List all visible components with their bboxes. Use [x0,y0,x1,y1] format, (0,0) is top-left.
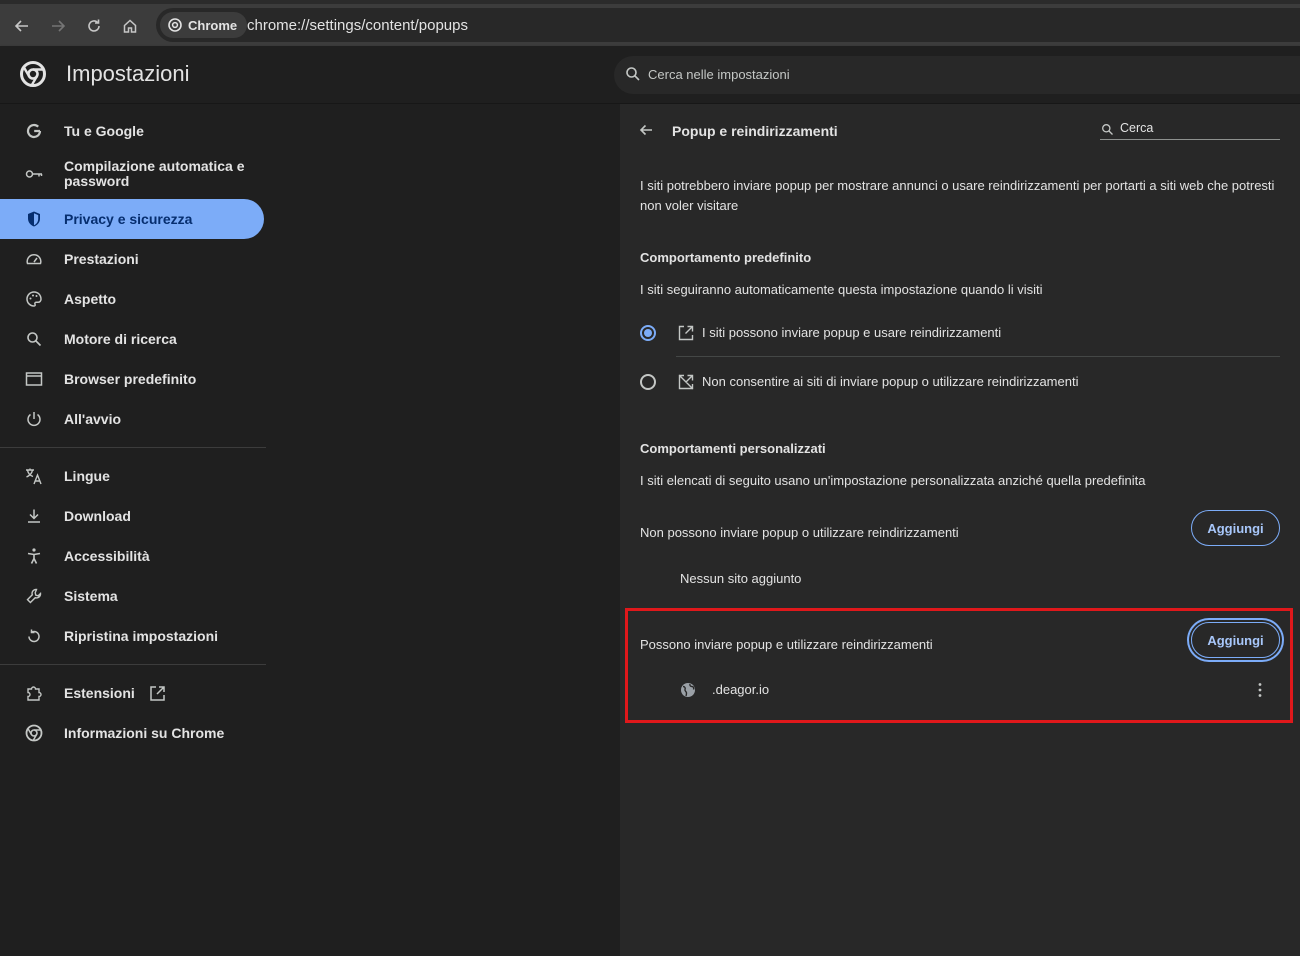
sidebar-item-label: Motore di ricerca [64,330,177,347]
sidebar-item-extensions[interactable]: Estensioni [0,678,264,708]
search-icon [625,66,641,87]
popup-open-icon [678,325,694,346]
add-blocked-site-button[interactable]: Aggiungi [1191,510,1280,546]
option-divider [676,356,1280,357]
sidebar: Tu e Google Compilazione automatica e pa… [0,104,620,956]
custom-behavior-heading: Comportamenti personalizzati [640,441,826,456]
sidebar-divider [0,447,266,448]
sidebar-item-label: Aspetto [64,290,117,307]
search-icon [1101,123,1114,141]
search-icon [24,329,44,349]
default-behavior-heading: Comportamento predefinito [640,250,812,265]
sidebar-item-system[interactable]: Sistema [0,581,264,611]
sidebar-item-label: Informazioni su Chrome [64,724,225,741]
sidebar-item-on-startup[interactable]: All'avvio [0,404,264,434]
puzzle-icon [24,683,44,703]
sidebar-item-label: All'avvio [64,410,122,427]
highlight-annotation-box [625,608,1293,723]
sidebar-divider [0,664,266,665]
sidebar-item-label: Download [64,507,131,524]
sidebar-item-label: Prestazioni [64,250,139,267]
settings-header: Impostazioni Cerca nelle impostazioni [0,46,1300,104]
radio-block-popups[interactable] [640,374,656,390]
site-search-field[interactable]: Cerca [1100,120,1280,140]
sidebar-item-label: Ripristina impostazioni [64,627,219,644]
power-icon [24,409,44,429]
sidebar-item-autofill[interactable]: Compilazione automatica e password [0,156,264,192]
sidebar-item-label: Tu e Google [64,122,144,139]
sidebar-item-accessibility[interactable]: Accessibilità [0,541,264,571]
sidebar-item-performance[interactable]: Prestazioni [0,244,264,274]
google-g-icon [24,121,44,141]
accessibility-icon [24,546,44,566]
sidebar-item-label: Privacy e sicurezza [64,210,193,227]
default-behavior-subtitle: I siti seguiranno automaticamente questa… [640,282,1043,297]
home-icon[interactable] [116,12,144,40]
chrome-logo-icon [20,61,46,87]
palette-icon [24,289,44,309]
wrench-icon [24,586,44,606]
sidebar-item-search-engine[interactable]: Motore di ricerca [0,324,264,354]
sidebar-item-appearance[interactable]: Aspetto [0,284,264,314]
sidebar-item-label: Accessibilità [64,547,150,564]
sidebar-item-label: Lingue [64,467,110,484]
open-external-icon [149,685,166,707]
browser-window-icon [24,369,44,389]
sidebar-item-downloads[interactable]: Download [0,501,264,531]
option-allow-label[interactable]: I siti possono inviare popup e usare rei… [702,323,1001,343]
sidebar-item-privacy[interactable]: Privacy e sicurezza [0,199,264,239]
sidebar-item-label: Browser predefinito [64,370,197,387]
url-text[interactable]: chrome://settings/content/popups [247,17,468,34]
chrome-icon [168,18,182,32]
site-chip[interactable]: Chrome [160,12,248,38]
option-block-label[interactable]: Non consentire ai siti di inviare popup … [702,372,1078,392]
radio-allow-popups[interactable] [640,325,656,341]
back-arrow-icon[interactable] [8,12,36,40]
reset-icon [24,626,44,646]
sidebar-item-you-and-google[interactable]: Tu e Google [0,116,264,146]
sidebar-item-label: Sistema [64,587,118,604]
site-search-placeholder: Cerca [1120,121,1154,135]
download-icon [24,506,44,526]
custom-behavior-subtitle: I siti elencati di seguito usano un'impo… [640,473,1146,488]
sidebar-item-reset[interactable]: Ripristina impostazioni [0,621,264,651]
site-chip-label: Chrome [188,17,238,33]
forward-arrow-icon[interactable] [44,12,72,40]
translate-icon [24,466,44,486]
sidebar-item-about-chrome[interactable]: Informazioni su Chrome [0,718,264,748]
blocked-list-empty: Nessun sito aggiunto [680,571,802,586]
browser-toolbar: Chrome chrome://settings/content/popups [0,0,1300,46]
shield-icon [24,209,44,229]
sidebar-item-label: Compilazione automatica e password [64,158,245,189]
address-bar[interactable]: Chrome chrome://settings/content/popups [156,8,1300,42]
page-description: I siti potrebbero inviare popup per most… [640,178,1275,213]
sidebar-item-default-browser[interactable]: Browser predefinito [0,364,264,394]
reload-icon[interactable] [80,12,108,40]
back-arrow-icon[interactable] [638,122,654,143]
settings-search-field[interactable]: Cerca nelle impostazioni [614,56,1300,94]
subpage-title: Popup e reindirizzamenti [672,123,838,139]
search-placeholder: Cerca nelle impostazioni [648,67,790,82]
blocked-list-heading: Non possono inviare popup o utilizzare r… [640,525,959,540]
popup-blocked-icon [678,374,694,395]
sidebar-item-label: Estensioni [64,684,135,701]
key-icon [24,164,44,184]
speedometer-icon [24,249,44,269]
chrome-icon [24,723,44,743]
page-title: Impostazioni [66,61,190,86]
sidebar-item-languages[interactable]: Lingue [0,461,264,491]
